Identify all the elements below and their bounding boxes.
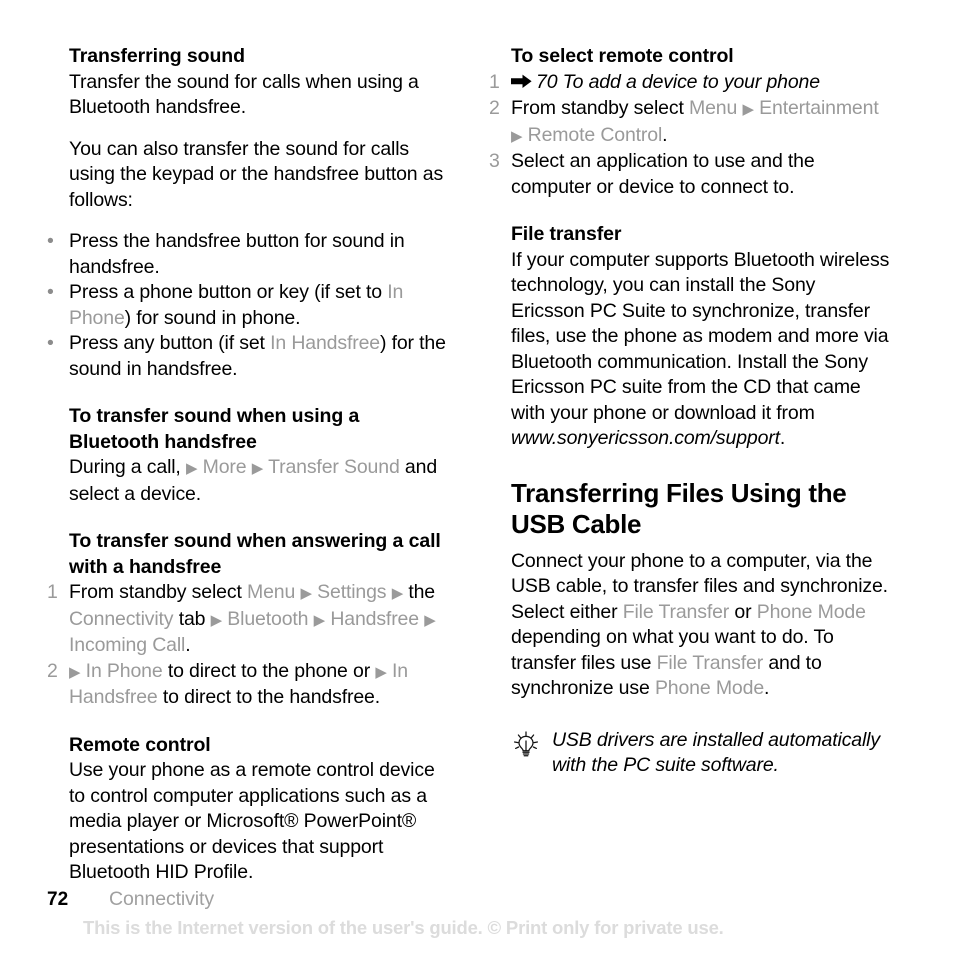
- list-item: • Press any button (if set In Handsfree) …: [47, 331, 447, 382]
- cross-reference-text: 70 To add a device to your phone: [536, 70, 820, 93]
- paragraph-usb-cable: Connect your phone to a computer, via th…: [511, 549, 894, 702]
- watermark-notice: This is the Internet version of the user…: [83, 917, 724, 938]
- step-number: 2: [489, 97, 500, 119]
- list-item: 3 Select an application to use and the co…: [489, 149, 894, 200]
- step-number: 1: [489, 70, 500, 93]
- ui-term-entertainment: Entertainment: [759, 97, 879, 119]
- ui-term-menu: Menu: [247, 581, 296, 603]
- list-item-text: Press a phone button or key (if set to: [69, 281, 388, 303]
- list-item: • Press the handsfree button for sound in…: [47, 229, 447, 280]
- list-item: • Press a phone button or key (if set to …: [47, 280, 447, 331]
- text-segment-tail: to direct to the handsfree.: [157, 686, 380, 708]
- numbered-list-answering-handsfree: 1 From standby select Menu ▶ Settings ▶ t…: [47, 580, 447, 711]
- text-segment: From standby select: [69, 581, 247, 603]
- step-number: 3: [489, 150, 500, 172]
- text-segment: Select an application to use and the com…: [511, 150, 815, 198]
- ui-term-phone-mode: Phone Mode: [654, 677, 765, 699]
- text-segment: From standby select: [511, 97, 689, 119]
- list-item-text: Press the handsfree button for sound in …: [69, 230, 405, 278]
- ui-term-menu: Menu: [689, 97, 738, 119]
- ui-term-phone-mode: Phone Mode: [756, 600, 866, 623]
- lightbulb-icon: [511, 730, 541, 760]
- page-number: 72: [47, 889, 69, 910]
- support-url: www.sonyericsson.com/support: [511, 427, 780, 449]
- list-item: 2 ▶ In Phone to direct to the phone or ▶ …: [47, 659, 447, 711]
- triangle-right-icon: ▶: [210, 611, 223, 629]
- ui-term-file-transfer: File Transfer: [622, 600, 730, 623]
- two-column-layout: Transferring sound Transfer the sound fo…: [0, 44, 954, 886]
- ui-term-remote-control: Remote Control: [527, 123, 663, 146]
- text-segment: tab: [173, 607, 211, 630]
- manual-page: Transferring sound Transfer the sound fo…: [0, 0, 954, 954]
- list-item: 2 From standby select Menu ▶ Entertainmen…: [489, 96, 894, 149]
- text-segment-tail: .: [779, 427, 786, 449]
- step-number: 1: [47, 581, 58, 603]
- ui-term-connectivity: Connectivity: [69, 607, 174, 630]
- text-segment: the: [403, 581, 436, 603]
- triangle-right-icon: ▶: [511, 127, 523, 145]
- text-segment: or: [729, 600, 757, 623]
- triangle-right-icon: ▶: [375, 663, 387, 681]
- chapter-name: Connectivity: [109, 888, 215, 910]
- heading-file-transfer: File transfer: [511, 223, 622, 245]
- numbered-list-select-remote-control: 1 70 To add a device to your phone 2 From …: [489, 70, 894, 201]
- tip-note: USB drivers are installed automatically …: [511, 728, 894, 779]
- triangle-right-icon: ▶: [424, 611, 436, 629]
- text-segment-tail: .: [662, 123, 668, 146]
- ui-term-handsfree: Handsfree: [330, 607, 419, 630]
- ui-term-incoming-call: Incoming Call: [69, 634, 186, 656]
- triangle-right-icon: ▶: [391, 585, 404, 602]
- ui-term-in-phone: In Phone: [85, 659, 163, 682]
- page-footer: 72 Connectivity This is the Internet ver…: [47, 888, 927, 939]
- text-segment-tail: .: [185, 634, 191, 656]
- list-item: 1 70 To add a device to your phone: [489, 70, 894, 97]
- solid-right-arrow-icon: [511, 71, 532, 97]
- heading-to-select-remote-control: To select remote control: [511, 45, 734, 67]
- bullet-dot-icon: •: [47, 281, 54, 303]
- footer-main-line: 72 Connectivity: [47, 888, 927, 911]
- text-segment-tail: .: [764, 677, 770, 699]
- list-item: 1 From standby select Menu ▶ Settings ▶ t…: [47, 580, 447, 659]
- triangle-right-icon: ▶: [313, 611, 326, 629]
- bullet-dot-icon: •: [47, 332, 54, 354]
- text-segment: to direct to the phone or: [162, 659, 376, 682]
- triangle-right-icon: ▶: [742, 101, 754, 118]
- ui-term-settings: Settings: [317, 581, 387, 603]
- right-column: To select remote control 1 70 To add a de…: [0, 44, 894, 886]
- ui-term-bluetooth: Bluetooth: [227, 607, 309, 630]
- triangle-right-icon: ▶: [300, 585, 312, 602]
- paragraph-file-transfer: If your computer supports Bluetooth wire…: [511, 248, 894, 452]
- text-segment: If your computer supports Bluetooth wire…: [511, 248, 890, 424]
- ui-term: In Handsfree: [270, 332, 380, 354]
- bullet-list-transfer-methods: • Press the handsfree button for sound in…: [47, 229, 447, 382]
- bullet-dot-icon: •: [47, 230, 54, 252]
- list-item-text: Press any button (if set: [69, 332, 271, 354]
- tip-text: USB drivers are installed automatically …: [552, 728, 880, 777]
- step-number: 2: [47, 659, 58, 682]
- heading-transferring-files-usb: Transferring Files Using the USB Cable: [511, 477, 847, 539]
- triangle-right-icon: ▶: [69, 663, 81, 681]
- list-item-text-tail: ) for sound in phone.: [124, 306, 301, 329]
- ui-term-file-transfer: File Transfer: [656, 651, 764, 674]
